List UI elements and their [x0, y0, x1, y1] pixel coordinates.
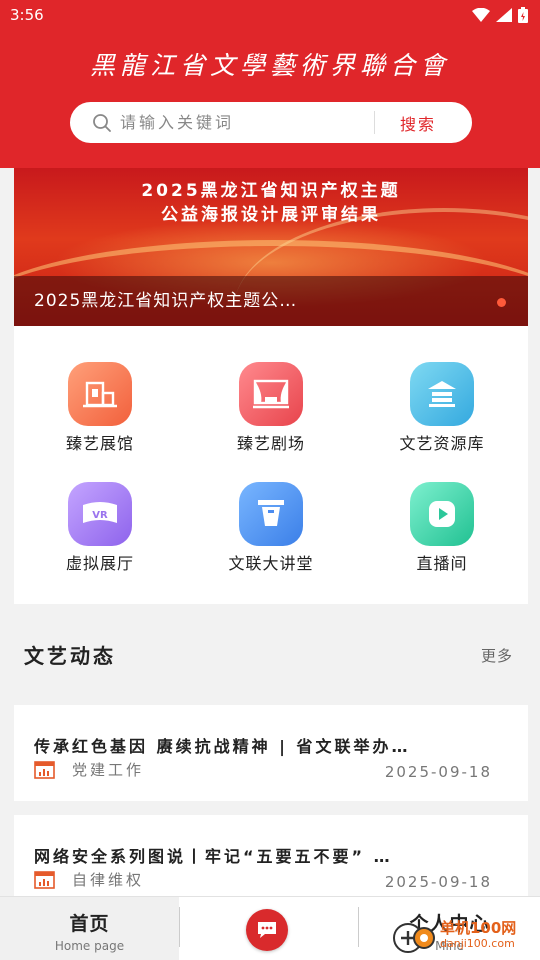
quick-item-label: 直播间: [416, 554, 468, 573]
lectern-icon: [239, 482, 303, 546]
quick-item-lectern[interactable]: 文联大讲堂: [191, 482, 351, 574]
quick-item-label: 臻艺剧场: [236, 434, 305, 453]
battery-icon: [518, 7, 528, 23]
search-divider: [374, 111, 375, 134]
quick-item-label: 虚拟展厅: [65, 554, 134, 573]
banner-headline: 公益海报设计展评审结果: [161, 205, 381, 225]
banner-caption: 2025黑龙江省知识产权主题公…: [14, 276, 528, 326]
news-category: 自律维权: [72, 871, 145, 889]
quick-item-live[interactable]: 直播间: [362, 482, 522, 574]
quick-item-library[interactable]: 文艺资源库: [362, 362, 522, 454]
news-category: 党建工作: [72, 761, 145, 779]
watermark-text: 单机100网: [440, 919, 517, 937]
banner-carousel[interactable]: 2025黑龙江省知识产权主题 公益海报设计展评审结果 2025黑龙江省知识产权主…: [14, 168, 528, 326]
quick-item-vr[interactable]: VR 虚拟展厅: [20, 482, 180, 574]
search-button[interactable]: 搜索: [388, 102, 448, 143]
brand-title: 黑龍江省文學藝術界聯合會: [89, 51, 450, 80]
nav-divider: [179, 907, 180, 947]
live-icon: [410, 482, 474, 546]
status-bar: 3:56: [0, 0, 540, 30]
app-header: 3:56 黑龍江省文學藝術界聯合會 搜索: [0, 0, 540, 168]
search-bar[interactable]: 搜索: [70, 102, 472, 143]
news-date: 2025-09-18: [384, 873, 492, 891]
quick-item-label: 臻艺展馆: [65, 434, 134, 453]
nav-home-tab[interactable]: 首页 Home page: [0, 897, 179, 960]
chat-icon: [258, 922, 276, 938]
library-icon: [410, 362, 474, 426]
calendar-chart-icon: [34, 871, 55, 889]
quick-item-museum[interactable]: 臻艺展馆: [20, 362, 180, 454]
more-link[interactable]: 更多: [481, 645, 513, 666]
news-title: 传承红色基因 赓续抗战精神 | 省文联举办…: [34, 737, 411, 756]
quick-item-theater[interactable]: 臻艺剧场: [191, 362, 351, 454]
section-title: 文艺动态: [24, 644, 116, 668]
status-icons: [472, 7, 528, 23]
news-title: 网络安全系列图说丨牢记“五要五不要” …: [34, 847, 393, 866]
watermark-url: danji100.com: [440, 937, 515, 950]
quick-item-label: 文艺资源库: [399, 434, 485, 453]
news-card[interactable]: 传承红色基因 赓续抗战精神 | 省文联举办… 党建工作 2025-09-18: [14, 705, 528, 801]
carousel-indicator[interactable]: [497, 298, 506, 307]
quick-item-label: 文联大讲堂: [228, 554, 314, 573]
search-input[interactable]: [120, 113, 360, 132]
message-button[interactable]: [246, 909, 288, 951]
nav-home-sublabel: Home page: [54, 939, 125, 953]
quick-access-grid: 臻艺展馆 臻艺剧场 文艺资源库 VR 虚拟展厅 文联大讲堂 直播间: [14, 326, 528, 604]
vr-icon: VR: [68, 482, 132, 546]
nav-home-label: 首页: [69, 913, 110, 935]
search-icon: [92, 113, 112, 133]
watermark-logo-icon: [393, 923, 435, 953]
museum-icon: [68, 362, 132, 426]
wifi-icon: [472, 8, 490, 22]
banner-headline: 2025黑龙江省知识产权主题: [141, 181, 401, 201]
signal-icon: [496, 8, 512, 22]
status-time: 3:56: [10, 6, 44, 24]
theater-icon: [239, 362, 303, 426]
site-watermark: 单机100网 danji100.com: [392, 912, 540, 960]
calendar-chart-icon: [34, 761, 55, 779]
svg-text:VR: VR: [92, 510, 108, 521]
news-date: 2025-09-18: [384, 763, 492, 781]
